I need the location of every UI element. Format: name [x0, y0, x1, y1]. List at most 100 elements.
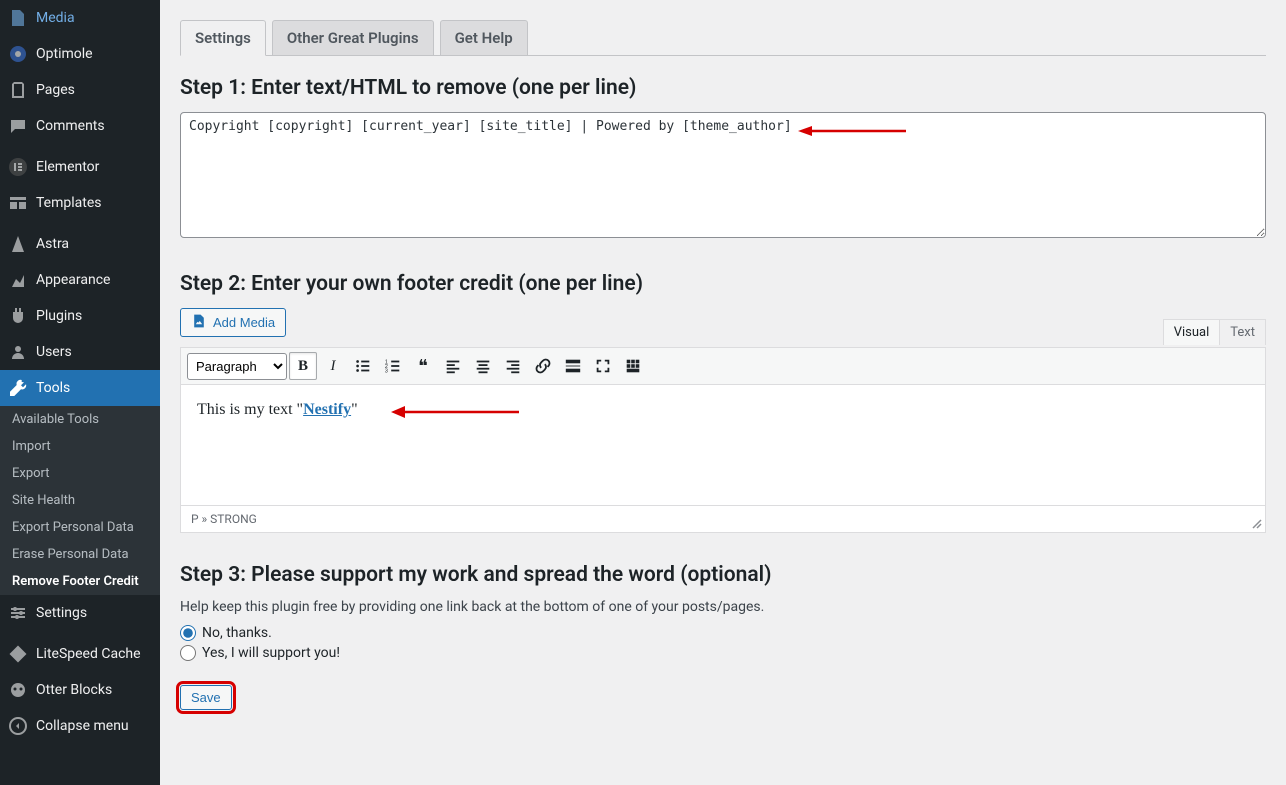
link-button[interactable]	[529, 352, 557, 380]
step1-block: Step 1: Enter text/HTML to remove (one p…	[180, 76, 1266, 242]
tab-get-help[interactable]: Get Help	[440, 20, 528, 56]
sidebar-item-litespeed[interactable]: LiteSpeed Cache	[0, 636, 160, 672]
mode-text-button[interactable]: Text	[1220, 319, 1266, 345]
sidebar-item-label: Media	[36, 10, 75, 26]
save-button[interactable]: Save	[180, 685, 232, 710]
sidebar-item-label: Users	[36, 344, 72, 360]
otter-icon	[8, 680, 28, 700]
radio-no-thanks[interactable]: No, thanks.	[180, 625, 1266, 641]
sidebar-item-collapse[interactable]: Collapse menu	[0, 708, 160, 744]
radio-label: No, thanks.	[202, 625, 272, 641]
sidebar-item-plugins[interactable]: Plugins	[0, 298, 160, 334]
submenu-export-personal-data[interactable]: Export Personal Data	[0, 514, 160, 541]
editor-statusbar: P » STRONG	[181, 505, 1265, 532]
sidebar-item-optimole[interactable]: Optimole	[0, 36, 160, 72]
sidebar-item-label: Plugins	[36, 308, 82, 324]
bullet-list-button[interactable]	[349, 352, 377, 380]
sidebar-item-media[interactable]: Media	[0, 0, 160, 36]
sidebar-item-label: Collapse menu	[36, 718, 129, 734]
mode-visual-button[interactable]: Visual	[1163, 319, 1221, 345]
admin-sidebar: Media Optimole Pages Comments Elementor …	[0, 0, 160, 785]
sidebar-item-appearance[interactable]: Appearance	[0, 262, 160, 298]
sidebar-item-label: Settings	[36, 605, 87, 621]
sidebar-item-users[interactable]: Users	[0, 334, 160, 370]
settings-icon	[8, 603, 28, 623]
submenu-export[interactable]: Export	[0, 460, 160, 487]
sidebar-submenu: Available Tools Import Export Site Healt…	[0, 406, 160, 595]
numbered-list-button[interactable]: 123	[379, 352, 407, 380]
optimole-icon	[8, 44, 28, 64]
italic-button[interactable]: I	[319, 352, 347, 380]
sidebar-item-otter[interactable]: Otter Blocks	[0, 672, 160, 708]
step2-block: Step 2: Enter your own footer credit (on…	[180, 272, 1266, 533]
fullscreen-button[interactable]	[589, 352, 617, 380]
align-center-button[interactable]	[469, 352, 497, 380]
step1-title: Step 1: Enter text/HTML to remove (one p…	[180, 76, 1266, 100]
users-icon	[8, 342, 28, 362]
blockquote-button[interactable]: ❝	[409, 352, 437, 380]
sidebar-item-pages[interactable]: Pages	[0, 72, 160, 108]
toolbar-toggle-button[interactable]	[619, 352, 647, 380]
bold-button[interactable]: B	[289, 352, 317, 380]
editor-text: "	[351, 401, 358, 418]
annotation-arrow	[798, 122, 908, 140]
radio-no-input[interactable]	[180, 625, 196, 641]
align-left-button[interactable]	[439, 352, 467, 380]
resize-handle[interactable]	[1247, 514, 1263, 530]
remove-text-input[interactable]	[180, 112, 1266, 238]
align-right-button[interactable]	[499, 352, 527, 380]
editor-path: P » STRONG	[191, 512, 257, 526]
sidebar-item-elementor[interactable]: Elementor	[0, 149, 160, 185]
step3-desc: Help keep this plugin free by providing …	[180, 599, 1266, 615]
sidebar-item-label: Tools	[36, 380, 70, 396]
submenu-available-tools[interactable]: Available Tools	[0, 406, 160, 433]
submenu-site-health[interactable]: Site Health	[0, 487, 160, 514]
step3-title: Step 3: Please support my work and sprea…	[180, 563, 1266, 587]
pages-icon	[8, 80, 28, 100]
svg-text:3: 3	[385, 368, 388, 374]
elementor-icon	[8, 157, 28, 177]
sidebar-item-astra[interactable]: Astra	[0, 226, 160, 262]
sidebar-item-settings[interactable]: Settings	[0, 595, 160, 631]
sidebar-item-tools[interactable]: Tools	[0, 370, 160, 406]
editor-link[interactable]: Nestify	[303, 401, 351, 418]
tab-other-plugins[interactable]: Other Great Plugins	[272, 20, 434, 56]
annotation-arrow	[391, 403, 521, 421]
media-icon	[8, 8, 28, 28]
submenu-remove-footer-credit[interactable]: Remove Footer Credit	[0, 568, 160, 595]
sidebar-item-templates[interactable]: Templates	[0, 185, 160, 221]
main-content: Settings Other Great Plugins Get Help St…	[160, 0, 1286, 785]
editor-body[interactable]: This is my text "Nestify"	[181, 385, 1265, 505]
step3-block: Step 3: Please support my work and sprea…	[180, 563, 1266, 710]
sidebar-item-label: Optimole	[36, 46, 93, 62]
editor-toolbar: Paragraph B I 123 ❝	[181, 348, 1265, 385]
sidebar-item-label: Comments	[36, 118, 105, 134]
sidebar-item-label: Appearance	[36, 272, 110, 288]
sidebar-item-label: LiteSpeed Cache	[36, 646, 141, 662]
add-media-button[interactable]: Add Media	[180, 308, 286, 337]
media-icon	[191, 313, 207, 332]
submenu-import[interactable]: Import	[0, 433, 160, 460]
sidebar-item-label: Pages	[36, 82, 75, 98]
format-select[interactable]: Paragraph	[187, 353, 287, 380]
sidebar-item-label: Otter Blocks	[36, 682, 112, 698]
add-media-label: Add Media	[213, 315, 275, 330]
comments-icon	[8, 116, 28, 136]
sidebar-item-label: Templates	[36, 195, 102, 211]
rich-text-editor: Paragraph B I 123 ❝	[180, 347, 1266, 533]
tools-icon	[8, 378, 28, 398]
submenu-erase-personal-data[interactable]: Erase Personal Data	[0, 541, 160, 568]
radio-label: Yes, I will support you!	[202, 645, 340, 661]
radio-yes-support[interactable]: Yes, I will support you!	[180, 645, 1266, 661]
editor-text: This is my text "	[197, 401, 303, 418]
radio-yes-input[interactable]	[180, 645, 196, 661]
sidebar-item-label: Astra	[36, 236, 69, 252]
litespeed-icon	[8, 644, 28, 664]
tab-settings[interactable]: Settings	[180, 20, 266, 56]
editor-mode-tabs: Visual Text	[1163, 319, 1266, 345]
sidebar-item-comments[interactable]: Comments	[0, 108, 160, 144]
appearance-icon	[8, 270, 28, 290]
read-more-button[interactable]	[559, 352, 587, 380]
templates-icon	[8, 193, 28, 213]
astra-icon	[8, 234, 28, 254]
